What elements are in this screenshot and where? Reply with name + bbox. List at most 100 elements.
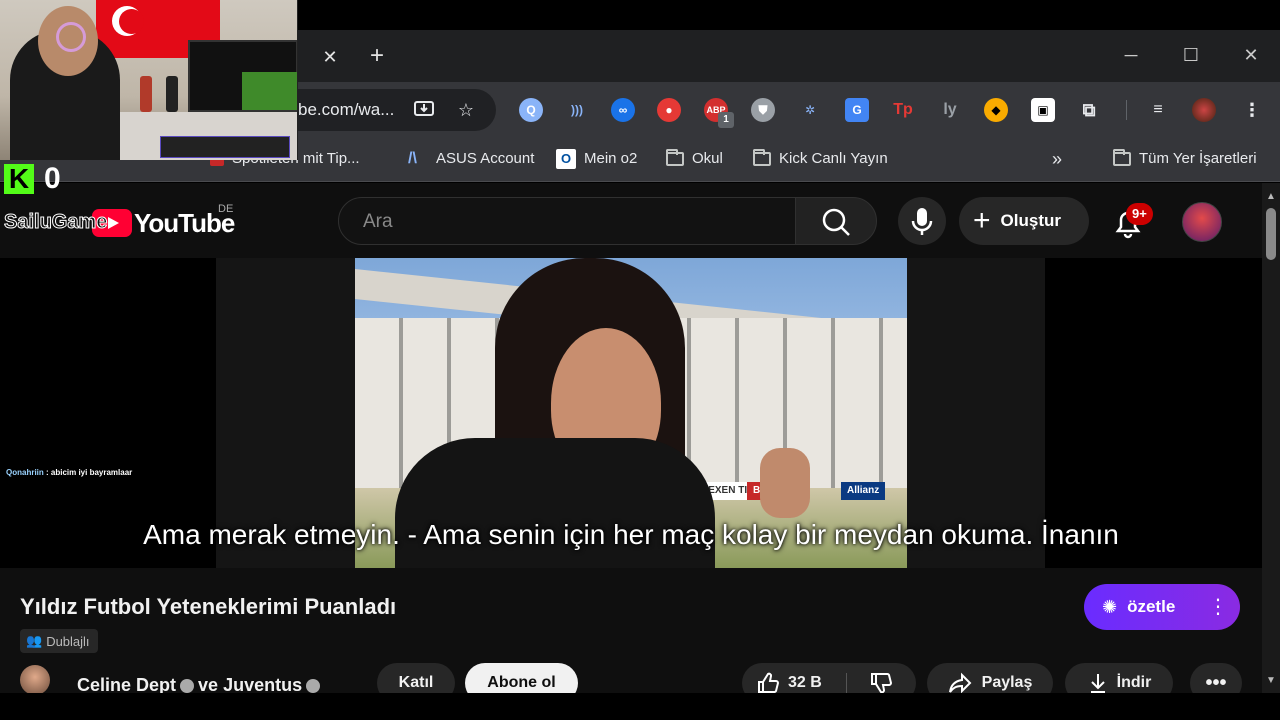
window-close-button[interactable]: ✕ [1236,40,1266,70]
extension-ly-icon[interactable]: ly [938,98,962,122]
microphone-icon [911,208,933,235]
extension-gear-icon[interactable]: ✲ [798,98,822,122]
asus-logo-icon: /\ [408,150,417,167]
folder-icon [753,149,771,166]
kick-viewer-count: 0 [44,162,61,195]
search-box[interactable] [338,197,796,245]
voice-search-button[interactable] [898,197,946,245]
bookmark-asus[interactable]: /\ ASUS Account [408,148,534,170]
channel-name[interactable]: Celine Dept [77,675,176,693]
tab-close-button[interactable]: ✕ [318,45,342,69]
extension-tp-icon[interactable]: Tp [891,98,915,122]
streamer-webcam-overlay [0,0,298,160]
o2-logo-icon: O [556,149,576,169]
extension-yellow-icon[interactable]: ◆ [984,98,1008,122]
channel-name-2[interactable]: Juventus [223,675,302,693]
scroll-up-arrow-icon[interactable]: ▲ [1265,192,1277,202]
video-ad-board: Allianz [841,482,886,500]
extension-red-icon[interactable]: ● [657,98,681,122]
extension-search-icon[interactable]: Q [519,98,543,122]
media-control-icon[interactable]: ≡ [1146,98,1170,122]
bookmark-label: Mein o2 [584,150,638,167]
flag-crescent-cutout [119,9,144,34]
extensions-puzzle-icon[interactable]: ⧉ [1077,98,1101,122]
video-title: Yıldız Futbol Yeteneklerimi Puanladı [20,594,397,619]
share-icon [948,672,972,693]
kick-logo-icon: K [4,164,34,194]
profile-avatar-icon[interactable] [1192,98,1216,122]
webcam-bottle [140,76,152,112]
account-avatar[interactable] [1182,202,1222,242]
download-button[interactable]: İndir [1065,663,1173,693]
webcam-keyboard [160,136,290,158]
bookmark-folder-okul[interactable]: Okul [666,148,723,170]
new-tab-button[interactable]: + [364,43,390,69]
download-icon [1090,674,1105,693]
scroll-down-arrow-icon[interactable]: ▼ [1265,676,1277,686]
youtube-page: YouTube DE SailuGame + Oluştur 9+ NEXEN … [0,183,1262,693]
channel-names[interactable]: Celine Dept ve Juventus [77,675,324,693]
share-button[interactable]: Paylaş [927,663,1053,693]
share-label: Paylaş [981,674,1033,691]
kick-viewer-overlay: K 0 [0,162,80,198]
extension-dark-icon[interactable]: ▣ [1031,98,1055,122]
toolbar-separator [1126,100,1127,120]
join-button[interactable]: Katıl [377,663,455,693]
window-maximize-button[interactable]: ☐ [1176,40,1206,70]
extension-translate-icon[interactable]: G [845,98,869,122]
chat-text: : abicim iyi bayramlaar [43,468,133,477]
search-button[interactable] [795,197,877,245]
bookmarks-overflow-button[interactable]: » [1052,148,1062,170]
headphones-icon [56,22,86,52]
bookmark-folder-kick[interactable]: Kick Canlı Yayın [753,148,888,170]
bookmark-star-icon[interactable]: ☆ [454,98,478,122]
subscribe-button[interactable]: Abone ol [465,663,578,693]
brain-icon: ✺ [1102,596,1118,617]
bookmark-label: ASUS Account [436,150,535,167]
verified-icon [180,679,195,693]
create-label: Oluştur [1000,211,1061,230]
video-person-hand [760,448,810,518]
stream-overlay-name: SailuGame [3,211,108,234]
bottom-black-bar [0,693,1280,720]
channel-avatar[interactable] [20,665,50,693]
bookmark-label: Tüm Yer İşaretleri [1139,150,1257,167]
search-input[interactable] [363,210,763,234]
summarize-more-icon[interactable]: ⋮ [1206,592,1230,622]
webcam-bottle [166,76,178,112]
verified-icon [306,679,321,693]
dubbed-badge: 👥 Dublajlı [20,629,98,653]
dubbed-label: Dublajlı [46,633,90,649]
window-minimize-button[interactable]: ─ [1116,40,1146,70]
browser-menu-icon[interactable]: ⋮ [1240,98,1264,122]
search-icon [822,208,850,236]
dislike-button[interactable] [856,663,906,693]
thumbs-down-icon [871,672,893,693]
bookmark-label: Okul [692,150,723,167]
stream-chat-message: Qonahriin : abicim iyi bayramlaar [6,468,132,477]
chat-username: Qonahriin [6,468,44,477]
like-count: 32 B [788,674,822,691]
youtube-region-code: DE [218,203,234,215]
like-dislike-separator [846,673,847,693]
install-app-icon[interactable] [412,98,436,122]
folder-icon [1113,149,1131,166]
address-bar-url[interactable]: be.com/wa... [298,100,394,120]
extension-wifi-icon[interactable]: ))) [565,98,589,122]
bookmark-label: Kick Canlı Yayın [779,150,888,167]
create-button[interactable]: + Oluştur [959,197,1089,245]
bookmark-o2[interactable]: O Mein o2 [556,148,637,170]
extension-shield-icon[interactable]: ⛊ [751,98,775,122]
summarize-label: özetle [1127,597,1176,616]
extension-badge: 1 [718,112,734,128]
extension-infinity-icon[interactable]: ∞ [611,98,635,122]
bookmark-all-folder[interactable]: Tüm Yer İşaretleri [1113,148,1257,170]
scrollbar-thumb[interactable] [1266,208,1276,260]
more-actions-button[interactable]: ••• [1190,663,1242,693]
plus-icon: + [973,204,991,237]
channel-joiner: ve [198,675,219,693]
download-label: İndir [1116,674,1152,691]
thumbs-up-icon [758,672,780,693]
webcam-monitor-screen [242,72,297,110]
dubbed-person-icon: 👥 [26,633,43,648]
